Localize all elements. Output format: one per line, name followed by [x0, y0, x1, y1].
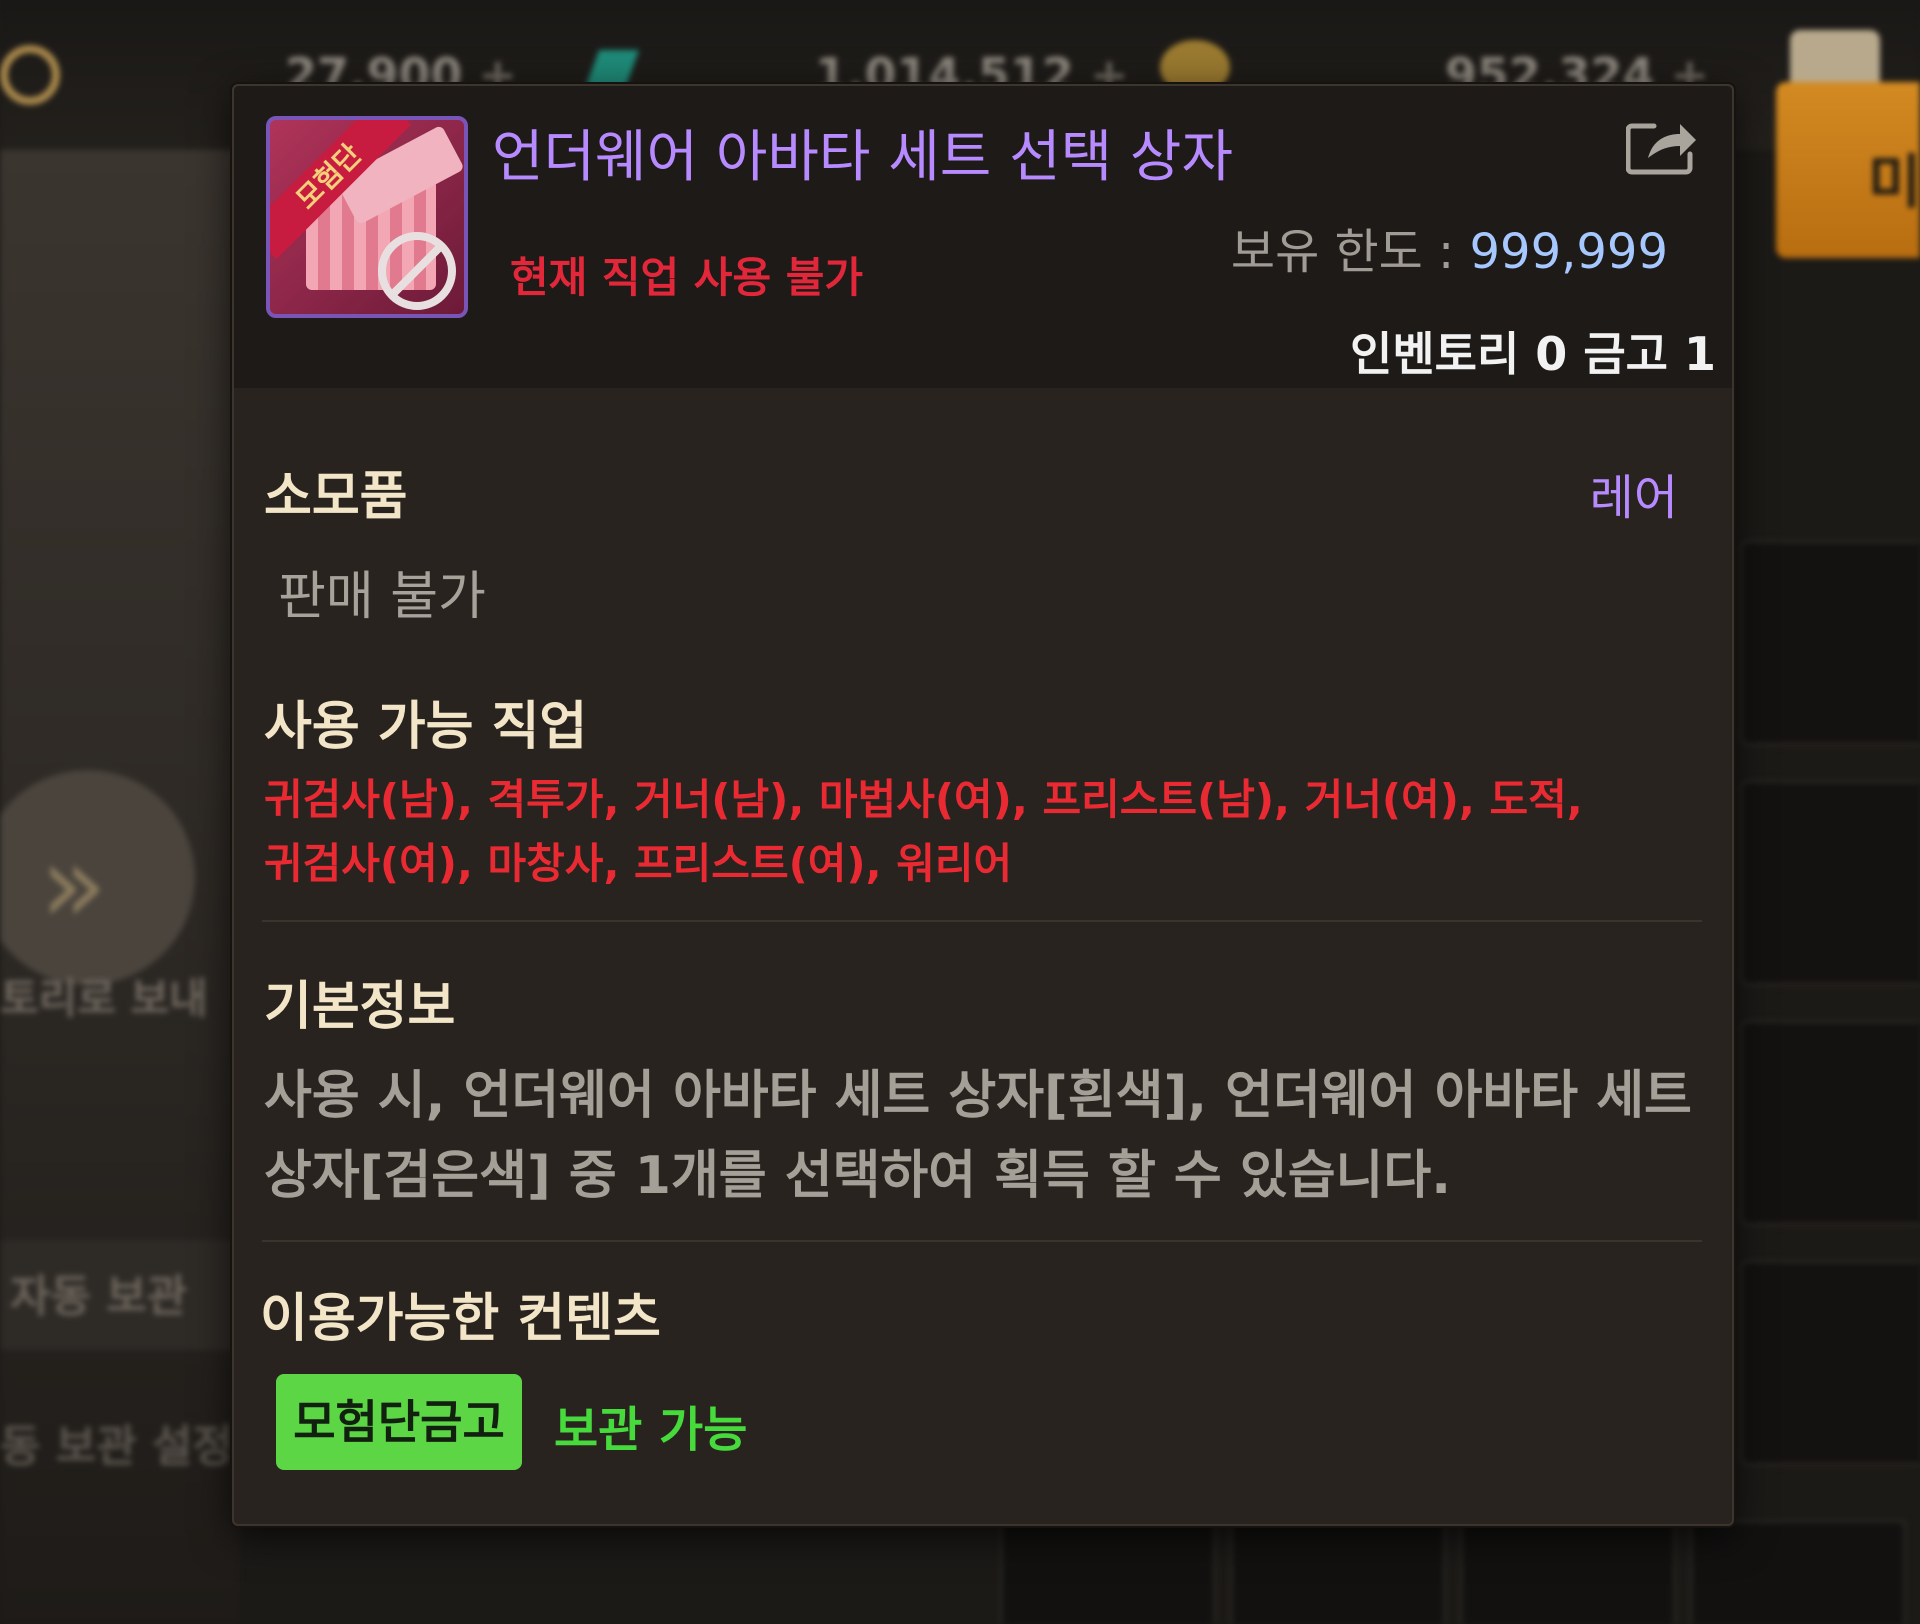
inventory-slot[interactable] — [1740, 1260, 1920, 1466]
auto-store-button[interactable]: 자동 보관 — [0, 1240, 240, 1350]
inventory-slot[interactable] — [1000, 1520, 1216, 1624]
usable-jobs-line: 귀검사(남), 격투가, 거너(남), 마법사(여), 프리스트(남), 거너(… — [264, 775, 1583, 824]
inventory-count: 인벤토리 0 금고 1 — [1350, 327, 1716, 381]
description-line: 상자[검은색] 중 1개를 선택하여 획득 할 수 있습니다. — [264, 1146, 1451, 1206]
item-grade: 레어 — [1589, 470, 1678, 526]
info-title: 기본정보 — [264, 977, 456, 1037]
sell-status: 판매 불가 — [278, 567, 486, 627]
share-icon[interactable] — [1626, 116, 1698, 178]
auto-store-settings-button[interactable]: 동 보관 설정 — [0, 1410, 233, 1474]
inventory-slot[interactable] — [1690, 1520, 1906, 1624]
side-button-label: 미 — [1868, 148, 1920, 216]
gift-box-icon: 모험단 — [266, 116, 468, 318]
usable-jobs: 귀검사(남), 격투가, 거너(남), 마법사(여), 프리스트(남), 거너(… — [264, 768, 1684, 896]
inventory-slot[interactable] — [1230, 1520, 1446, 1624]
send-label: 토리로 보내 — [0, 974, 208, 1023]
jobs-title: 사용 가능 직업 — [264, 697, 588, 757]
coin-icon — [0, 45, 60, 105]
contents-title: 이용가능한 컨텐츠 — [260, 1289, 661, 1349]
hold-limit-value: 999,999 — [1469, 224, 1669, 280]
inventory-slot[interactable] — [1740, 780, 1920, 986]
description-line: 사용 시, 언더웨어 아바타 세트 상자[흰색], 언더웨어 아바타 세트 — [264, 1066, 1692, 1126]
hold-limit-label: 보유 한도 : — [1230, 224, 1470, 280]
item-description: 사용 시, 언더웨어 아바타 세트 상자[흰색], 언더웨어 아바타 세트 상자… — [264, 1056, 1704, 1216]
usable-jobs-line: 귀검사(여), 마창사, 프리스트(여), 워리어 — [264, 839, 1013, 888]
usable-warning: 현재 직업 사용 불가 — [510, 253, 863, 302]
inventory-slot[interactable] — [1460, 1520, 1676, 1624]
double-arrow-icon: » — [40, 820, 108, 948]
inventory-slot[interactable] — [1740, 1020, 1920, 1226]
inventory-slot[interactable] — [1740, 540, 1920, 746]
divider — [262, 920, 1702, 922]
item-type: 소모품 — [264, 467, 408, 527]
storage-status: 보관 가능 — [554, 1402, 748, 1458]
item-name: 언더웨어 아바타 세트 선택 상자 — [492, 125, 1233, 190]
hold-limit: 보유 한도 : 999,999 — [1231, 212, 1668, 282]
item-tooltip: 모험단 언더웨어 아바타 세트 선택 상자 현재 직업 사용 불가 보유 한도 … — [232, 84, 1734, 1526]
divider — [262, 1240, 1702, 1242]
storage-badge: 모험단금고 — [276, 1374, 522, 1470]
unusable-icon — [378, 232, 456, 310]
tooltip-header: 모험단 언더웨어 아바타 세트 선택 상자 현재 직업 사용 불가 보유 한도 … — [234, 86, 1732, 388]
